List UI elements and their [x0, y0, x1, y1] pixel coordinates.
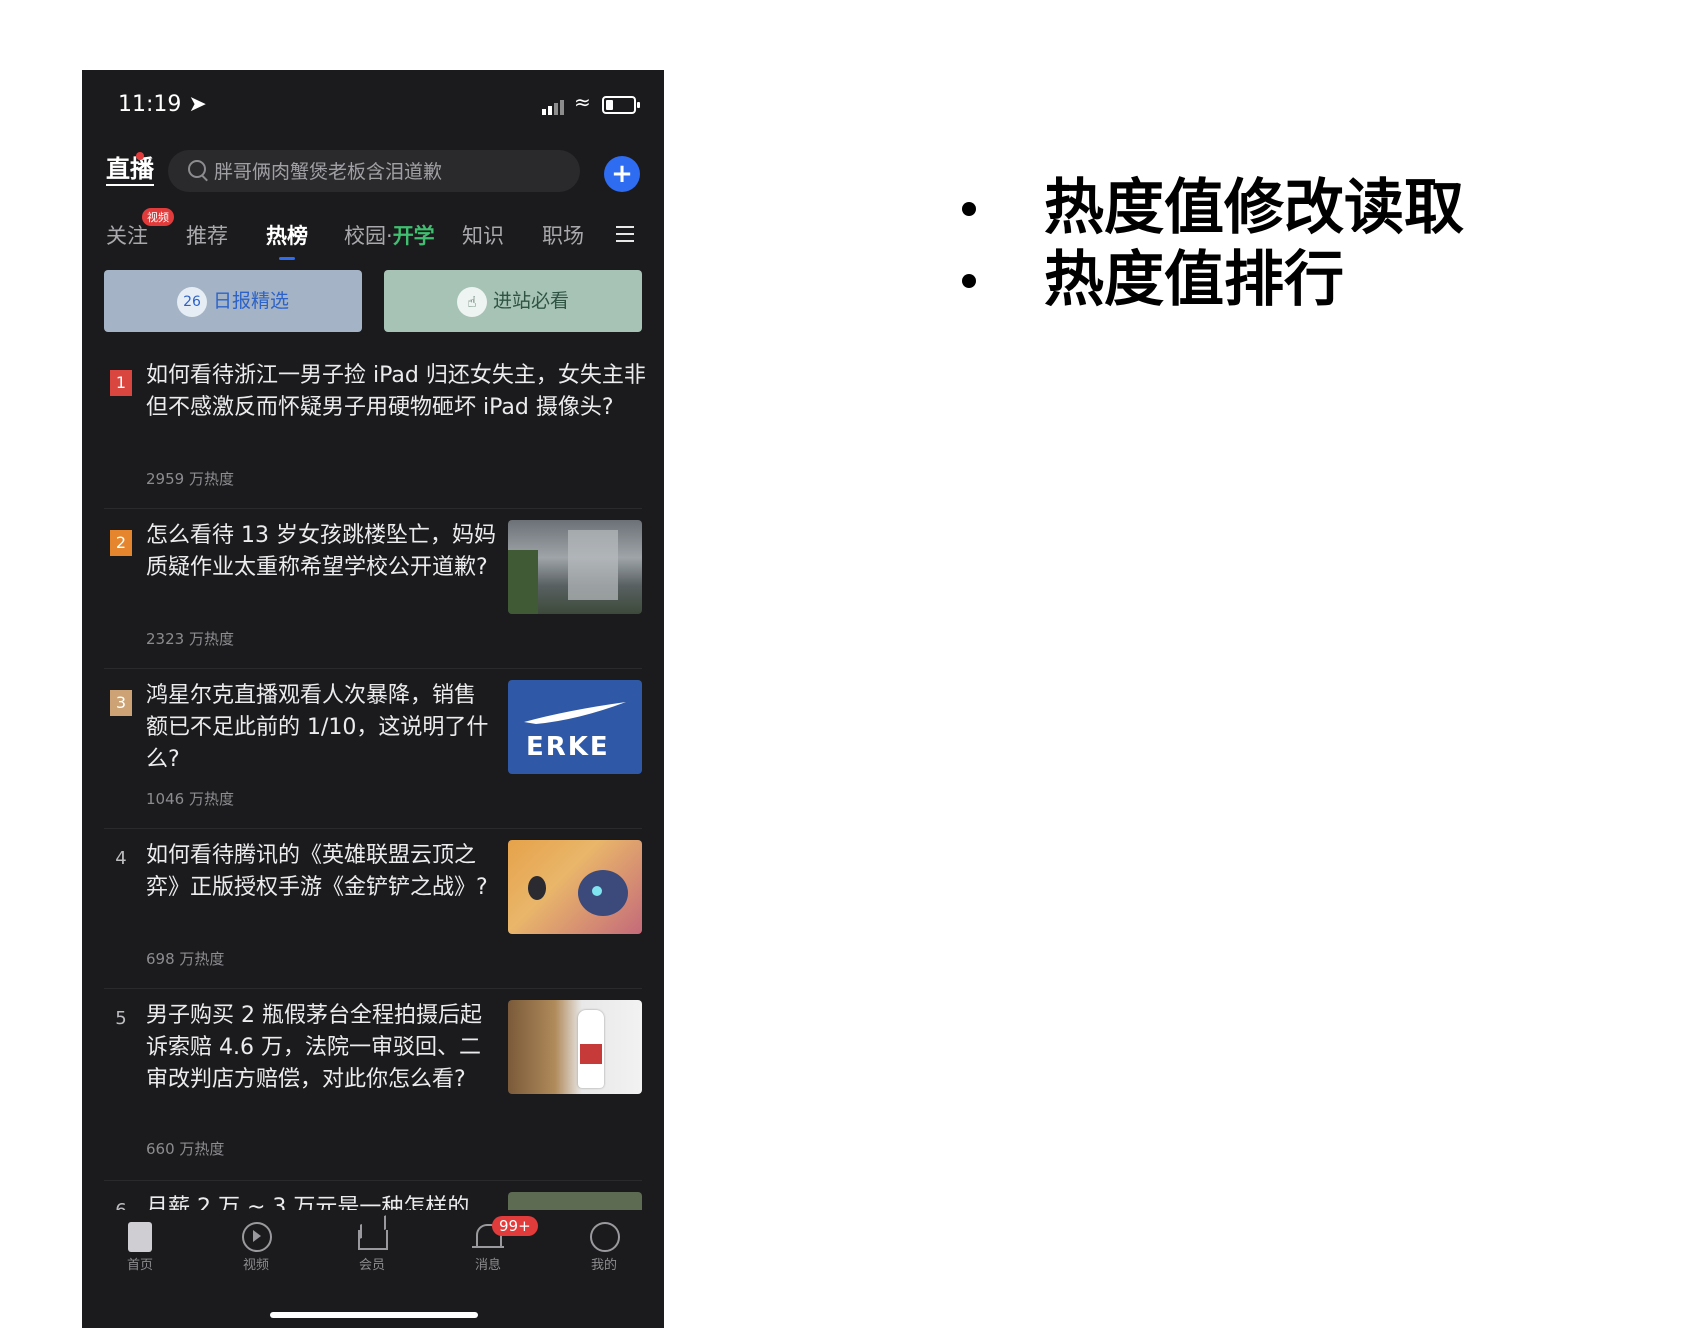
hot-list-item[interactable]: 2 怎么看待 13 岁女孩跳楼坠亡，妈妈质疑作业太重称希望学校公开道歉? 232…	[104, 520, 642, 669]
search-input[interactable]	[212, 156, 566, 188]
rank-number: 4	[115, 848, 127, 869]
hot-heat: 660 万热度	[146, 1140, 225, 1158]
banner-row: 26 日报精选 ☝ 进站必看	[82, 270, 664, 334]
hot-list-item[interactable]: 4 如何看待腾讯的《英雄联盟云顶之弈》正版授权手游《金铲铲之战》? 698 万热…	[104, 840, 642, 989]
tabbar-home[interactable]: 首页	[100, 1218, 180, 1273]
hot-list-item[interactable]: 1 如何看待浙江一男子捡 iPad 归还女失主，女失主非但不感激反而怀疑男子用硬…	[104, 360, 646, 509]
home-icon	[100, 1218, 180, 1254]
rank-flag: 1	[110, 370, 132, 396]
hot-list-item[interactable]: 6 月薪 2 万 ~ 3 万元是一种怎样的	[104, 1192, 642, 1210]
hot-thumbnail-game-art[interactable]	[508, 840, 642, 934]
live-dot-icon	[136, 152, 144, 160]
tabbar-member-label: 会员	[358, 1258, 385, 1273]
bullet-item: 热度值排行	[960, 244, 1464, 316]
hot-heat: 1046 万热度	[146, 790, 234, 808]
hot-title[interactable]: 怎么看待 13 岁女孩跳楼坠亡，妈妈质疑作业太重称希望学校公开道歉?	[146, 520, 496, 584]
tabbar-messages-label: 消息	[474, 1258, 501, 1273]
rank-number: 6	[110, 1200, 132, 1210]
status-time: 11:19 ➤	[118, 92, 207, 117]
hot-heat: 698 万热度	[146, 950, 225, 968]
daily-picks-label: 日报精选	[212, 290, 289, 312]
hot-thumbnail-partial[interactable]	[508, 1192, 642, 1210]
tab-recommend[interactable]: 推荐	[186, 220, 228, 250]
tab-campus[interactable]: 校园·开学	[344, 220, 435, 250]
profile-circle-icon	[564, 1218, 644, 1254]
hot-list-item[interactable]: 3 鸿星尔克直播观看人次暴降，销售额已不足此前的 1/10，这说明了什么? 10…	[104, 680, 642, 829]
rank-flag: 2	[110, 530, 132, 556]
bullet-item: 热度值修改读取	[960, 172, 1464, 244]
category-tabs: 关注 视频 推荐 热榜 校园·开学 知识 职场	[82, 208, 664, 262]
hot-list: 1 如何看待浙江一男子捡 iPad 归还女失主，女失主非但不感激反而怀疑男子用硬…	[82, 360, 664, 1210]
tab-career[interactable]: 职场	[542, 220, 584, 250]
thumbs-up-icon: ☝	[456, 286, 487, 317]
battery-icon	[602, 96, 640, 114]
must-see-label: 进站必看	[492, 290, 569, 312]
tab-hot[interactable]: 热榜	[266, 220, 308, 260]
live-logo[interactable]: 直播	[106, 154, 154, 186]
must-see-button[interactable]: ☝ 进站必看	[384, 270, 642, 332]
home-indicator[interactable]	[270, 1312, 478, 1318]
rank-flag: 3	[110, 690, 132, 716]
thumbnail-brand-text: ERKE	[526, 732, 610, 762]
top-header: 直播 +	[82, 146, 664, 202]
hot-thumbnail-erke-logo[interactable]: ERKE	[508, 680, 642, 774]
bottom-tab-bar: 首页 视频 会员 99+ 消息 我的	[82, 1210, 664, 1328]
hot-title[interactable]: 月薪 2 万 ~ 3 万元是一种怎样的	[146, 1192, 496, 1210]
hot-title[interactable]: 如何看待腾讯的《英雄联盟云顶之弈》正版授权手游《金铲铲之战》?	[146, 840, 496, 904]
hot-heat: 2959 万热度	[146, 470, 234, 488]
search-bar[interactable]	[168, 150, 580, 192]
slide-bullets: 热度值修改读取 热度值排行	[960, 172, 1464, 316]
calendar-day-badge: 26	[176, 286, 207, 317]
hot-list-item[interactable]: 5 男子购买 2 瓶假茅台全程拍摄后起诉索赔 4.6 万，法院一审驳回、二审改判…	[104, 1000, 642, 1181]
video-badge: 视频	[142, 208, 174, 226]
tabbar-member[interactable]: 会员	[332, 1215, 412, 1273]
hot-thumbnail-building[interactable]	[508, 520, 642, 614]
wifi-icon: ≈	[574, 90, 591, 114]
phone-screen: 11:19 ➤ ≈ 直播 + 关注 视频 推荐 热榜 校园·开学 知识 职场 2…	[82, 70, 664, 1328]
tabbar-messages[interactable]: 99+ 消息	[448, 1216, 538, 1273]
tabbar-video-label: 视频	[242, 1258, 269, 1273]
tab-knowledge[interactable]: 知识	[462, 220, 504, 250]
tab-campus-label: 校园·	[344, 224, 393, 248]
hot-title[interactable]: 鸿星尔克直播观看人次暴降，销售额已不足此前的 1/10，这说明了什么?	[146, 680, 496, 776]
tab-campus-accent: 开学	[392, 224, 435, 248]
crown-icon	[332, 1215, 412, 1254]
tab-follow[interactable]: 关注	[106, 220, 148, 250]
hot-title[interactable]: 男子购买 2 瓶假茅台全程拍摄后起诉索赔 4.6 万，法院一审驳回、二审改判店方…	[146, 1000, 496, 1096]
tabbar-home-label: 首页	[126, 1258, 153, 1273]
search-icon	[188, 160, 206, 178]
tabbar-video[interactable]: 视频	[216, 1218, 296, 1273]
play-circle-icon	[216, 1218, 296, 1254]
signal-icon	[542, 96, 566, 115]
hot-thumbnail-liquor-bottle[interactable]	[508, 1000, 642, 1094]
daily-picks-button[interactable]: 26 日报精选	[104, 270, 362, 332]
hot-heat: 2323 万热度	[146, 630, 234, 648]
rank-number: 5	[115, 1008, 127, 1029]
messages-badge: 99+	[492, 1216, 538, 1236]
hot-title[interactable]: 如何看待浙江一男子捡 iPad 归还女失主，女失主非但不感激反而怀疑男子用硬物砸…	[146, 360, 646, 424]
tabbar-mine[interactable]: 我的	[564, 1218, 644, 1273]
menu-icon[interactable]	[616, 226, 634, 242]
tabbar-mine-label: 我的	[590, 1258, 617, 1273]
status-bar: 11:19 ➤ ≈	[82, 70, 664, 140]
plus-button[interactable]: +	[604, 156, 640, 192]
